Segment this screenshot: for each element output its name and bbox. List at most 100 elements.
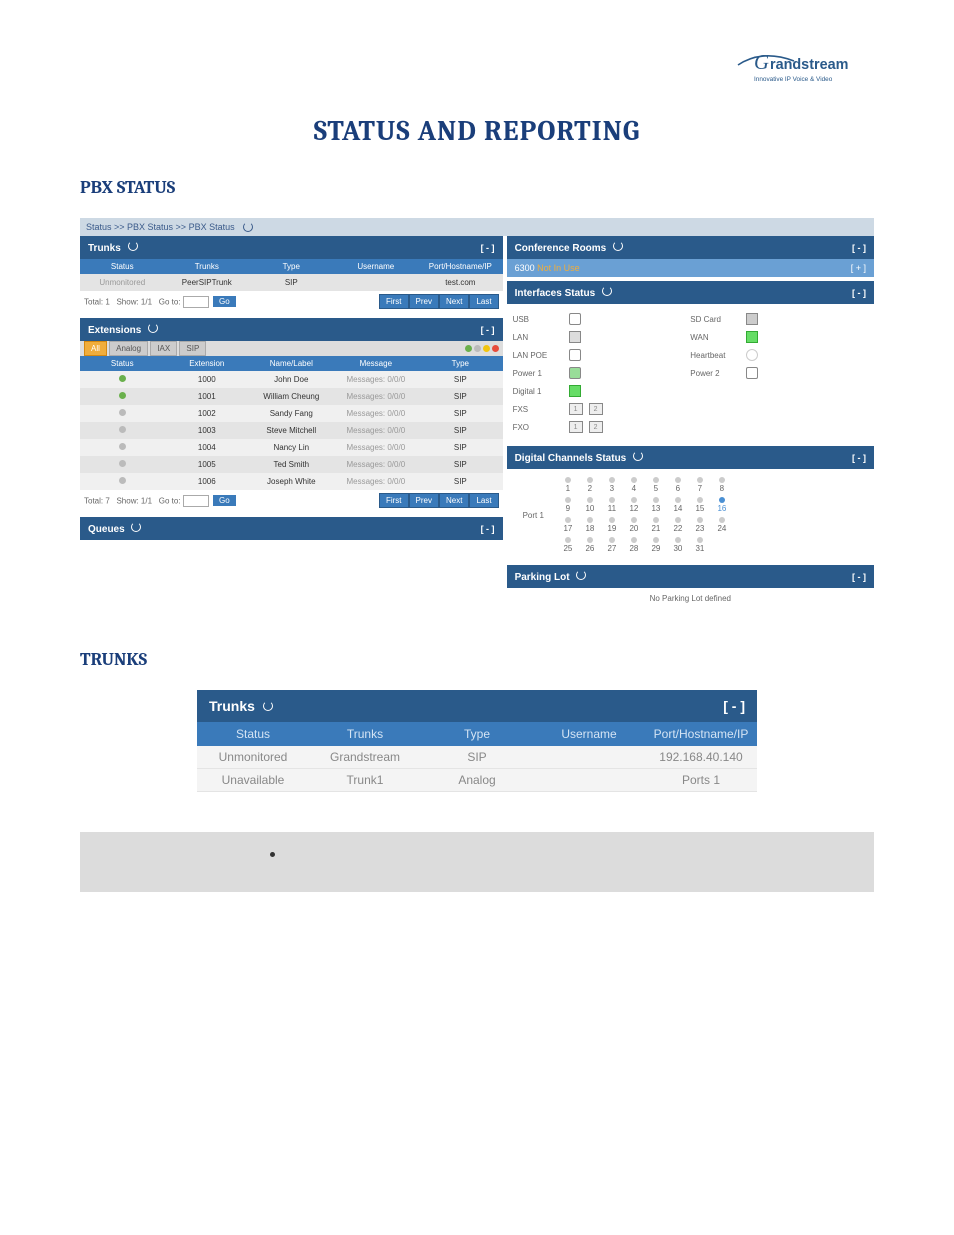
- svg-text:Innovative IP Voice & Video: Innovative IP Voice & Video: [754, 76, 833, 83]
- channel-cell: 29: [648, 537, 664, 553]
- status-dot-icon: [119, 443, 126, 450]
- refresh-icon[interactable]: [263, 701, 273, 711]
- trunks-pager: Total: 1 Show: 1/1 Go to: Go First Prev …: [80, 291, 503, 312]
- status-dot-icon: [119, 477, 126, 484]
- collapse-button[interactable]: [ - ]: [852, 243, 866, 253]
- channel-cell: 9: [560, 497, 576, 513]
- refresh-icon[interactable]: [243, 222, 253, 232]
- channel-cell: 1: [560, 477, 576, 493]
- refresh-icon[interactable]: [128, 241, 138, 251]
- conference-room-row[interactable]: 6300 Not In Use [ + ]: [507, 259, 874, 277]
- port-icon: 1: [569, 421, 583, 433]
- port-icon: 2: [589, 403, 603, 415]
- parking-empty-row: No Parking Lot defined: [507, 588, 874, 609]
- channel-cell: 23: [692, 517, 708, 533]
- channel-cell: 28: [626, 537, 642, 553]
- collapse-button[interactable]: [ - ]: [852, 288, 866, 298]
- interfaces-panel-header: Interfaces Status [ - ]: [507, 281, 874, 304]
- channel-cell: 17: [560, 517, 576, 533]
- section-pbx-status: PBX STATUS: [80, 177, 874, 198]
- table-row: UnmonitoredPeerSIPTrunkSIPtest.com: [80, 274, 503, 291]
- tab-sip[interactable]: SIP: [179, 341, 206, 356]
- channel-cell: 15: [692, 497, 708, 513]
- status-dot-icon: [119, 426, 126, 433]
- status-dot-icon: [119, 375, 126, 382]
- status-dot-icon: [119, 392, 126, 399]
- channel-cell: 30: [670, 537, 686, 553]
- trunks-columns: Status Trunks Type Username Port/Hostnam…: [80, 259, 503, 274]
- next-button[interactable]: Next: [439, 493, 469, 508]
- svg-text:randstream: randstream: [770, 57, 848, 73]
- channel-cell: 18: [582, 517, 598, 533]
- table-row: UnavailableTrunk1AnalogPorts 1: [197, 769, 757, 792]
- brand-logo: G randstream Innovative IP Voice & Video: [80, 40, 874, 95]
- interface-icon: [746, 331, 758, 343]
- next-button[interactable]: Next: [439, 294, 469, 309]
- refresh-icon[interactable]: [148, 323, 158, 333]
- port-icon: 1: [569, 403, 583, 415]
- interface-row: Digital 1: [513, 382, 868, 400]
- goto-input[interactable]: [183, 296, 209, 308]
- refresh-icon[interactable]: [576, 570, 586, 580]
- channel-cell: 22: [670, 517, 686, 533]
- goto-input[interactable]: [183, 495, 209, 507]
- table-row: 1006Joseph WhiteMessages: 0/0/0SIP: [80, 473, 503, 490]
- channel-cell: 27: [604, 537, 620, 553]
- interface-icon: [746, 349, 758, 361]
- table-row: 1003Steve MitchellMessages: 0/0/0SIP: [80, 422, 503, 439]
- last-button[interactable]: Last: [469, 294, 498, 309]
- tab-iax[interactable]: IAX: [150, 341, 177, 356]
- prev-button[interactable]: Prev: [409, 493, 439, 508]
- expand-button[interactable]: [ + ]: [851, 263, 866, 273]
- refresh-icon[interactable]: [633, 451, 643, 461]
- channel-cell: 21: [648, 517, 664, 533]
- go-button[interactable]: Go: [213, 495, 236, 506]
- refresh-icon[interactable]: [131, 522, 141, 532]
- trunks-zoom-columns: Status Trunks Type Username Port/Hostnam…: [197, 722, 757, 746]
- channel-cell: 13: [648, 497, 664, 513]
- channel-cell: 16: [714, 497, 730, 513]
- collapse-button[interactable]: [ - ]: [723, 698, 745, 714]
- tab-analog[interactable]: Analog: [109, 341, 148, 356]
- refresh-icon[interactable]: [602, 286, 612, 296]
- last-button[interactable]: Last: [469, 493, 498, 508]
- collapse-button[interactable]: [ - ]: [852, 572, 866, 582]
- interface-icon: [569, 331, 581, 343]
- section-trunks: TRUNKS: [80, 649, 874, 670]
- first-button[interactable]: First: [379, 294, 409, 309]
- interfaces-grid: USBSD CardLANWANLAN POEHeartbeatPower 1P…: [507, 304, 874, 442]
- tab-all[interactable]: All: [84, 341, 107, 356]
- channel-cell: 25: [560, 537, 576, 553]
- interface-row: LANWAN: [513, 328, 868, 346]
- table-row: 1000John DoeMessages: 0/0/0SIP: [80, 371, 503, 388]
- channel-cell: 20: [626, 517, 642, 533]
- interface-row: FXO1 2: [513, 418, 868, 436]
- pbx-screenshot: Status >> PBX Status >> PBX Status Trunk…: [80, 218, 874, 609]
- extensions-panel-header: Extensions [ - ]: [80, 318, 503, 341]
- table-row: 1004Nancy LinMessages: 0/0/0SIP: [80, 439, 503, 456]
- collapse-button[interactable]: [ - ]: [852, 453, 866, 463]
- collapse-button[interactable]: [ - ]: [481, 243, 495, 253]
- channel-cell: 3: [604, 477, 620, 493]
- channel-cell: 11: [604, 497, 620, 513]
- table-row: 1002Sandy FangMessages: 0/0/0SIP: [80, 405, 503, 422]
- refresh-icon[interactable]: [613, 241, 623, 251]
- prev-button[interactable]: Prev: [409, 294, 439, 309]
- extensions-columns: Status Extension Name/Label Message Type: [80, 356, 503, 371]
- collapse-button[interactable]: [ - ]: [481, 325, 495, 335]
- channel-cell: 10: [582, 497, 598, 513]
- channel-cell: 4: [626, 477, 642, 493]
- page-title: STATUS AND REPORTING: [80, 115, 874, 147]
- interface-row: USBSD Card: [513, 310, 868, 328]
- channel-cell: 2: [582, 477, 598, 493]
- interface-icon: [746, 367, 758, 379]
- channel-cell: 19: [604, 517, 620, 533]
- footer-block: [80, 832, 874, 892]
- first-button[interactable]: First: [379, 493, 409, 508]
- go-button[interactable]: Go: [213, 296, 236, 307]
- interface-icon: [569, 367, 581, 379]
- collapse-button[interactable]: [ - ]: [481, 524, 495, 534]
- breadcrumb: Status >> PBX Status >> PBX Status: [80, 218, 874, 236]
- table-row: 1001William CheungMessages: 0/0/0SIP: [80, 388, 503, 405]
- digital-panel-header: Digital Channels Status [ - ]: [507, 446, 874, 469]
